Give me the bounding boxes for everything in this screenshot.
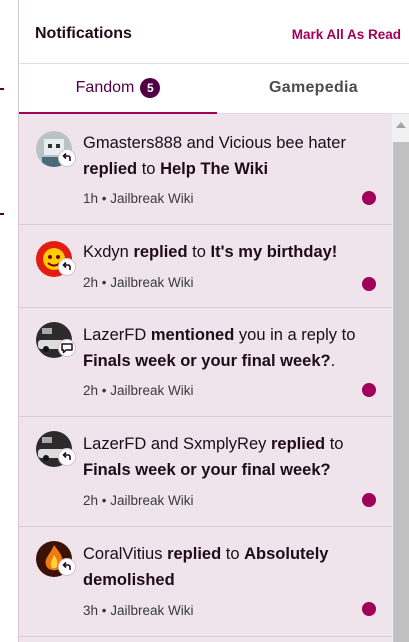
notification-joiner: to	[141, 160, 156, 178]
notification-text: Gmasters888 and Vicious bee hater replie…	[83, 130, 379, 182]
scrollbar-thumb[interactable]	[393, 142, 409, 642]
notification-text: CoralVitius replied to Absolutely demoli…	[83, 541, 379, 593]
notification-wiki: Jailbreak Wiki	[110, 275, 194, 290]
background-page-mark	[0, 88, 4, 90]
notification-joiner: to	[329, 435, 344, 453]
tab-fandom-label: Fandom	[75, 79, 135, 96]
reply-icon	[58, 258, 76, 276]
notification-action: replied	[133, 243, 188, 261]
notification-item[interactable]: LazerFD mentioned you in a reply to Fina…	[19, 308, 392, 417]
notification-scrollbar[interactable]	[392, 114, 409, 642]
notification-target: Finals week or your final week?	[83, 352, 331, 370]
notification-target: Help The Wiki	[160, 160, 269, 178]
notification-list: Gmasters888 and Vicious bee hater replie…	[19, 114, 392, 642]
mark-all-as-read-button[interactable]: Mark All As Read	[292, 27, 401, 42]
notification-meta: 2h • Jailbreak Wiki	[83, 493, 194, 508]
background-page-mark	[0, 213, 4, 215]
notification-time: 1h	[83, 191, 99, 206]
notifications-title: Notifications	[35, 25, 132, 42]
notification-actor: Kxdyn	[83, 243, 129, 261]
notification-target: It's my birthday!	[210, 243, 338, 261]
tab-gamepedia-label: Gamepedia	[269, 79, 358, 96]
notification-item[interactable]: CoralVitius replied to Absolutely demoli…	[19, 527, 392, 637]
notification-meta: 2h • Jailbreak Wiki	[83, 275, 194, 290]
notification-joiner: you in a reply to	[238, 326, 356, 344]
unread-dot[interactable]	[362, 277, 376, 291]
notification-joiner: to	[192, 243, 206, 261]
notification-time: 3h	[83, 603, 99, 618]
background-page-strip	[0, 0, 18, 642]
scroll-up-arrow-icon[interactable]	[396, 122, 406, 128]
notification-meta: 2h • Jailbreak Wiki	[83, 383, 194, 398]
notification-text: LazerFD and SxmplyRey replied to Finals …	[83, 431, 379, 483]
reply-icon	[58, 558, 76, 576]
notification-wiki: Jailbreak Wiki	[110, 603, 194, 618]
notification-meta: 1h • Jailbreak Wiki	[83, 191, 194, 206]
notification-meta: 3h • Jailbreak Wiki	[83, 603, 194, 618]
notification-item[interactable]: Gmasters888 and Vicious bee hater replie…	[19, 114, 392, 225]
notification-wiki: Jailbreak Wiki	[110, 191, 194, 206]
notification-action: replied	[271, 435, 326, 453]
mention-icon	[58, 339, 76, 357]
notification-item[interactable]: Kxdyn replied to It's my birthday! 2h • …	[19, 225, 392, 308]
notification-time: 2h	[83, 383, 99, 398]
notification-joiner: to	[225, 545, 240, 563]
tab-fandom[interactable]: Fandom 5	[19, 64, 217, 114]
notification-actor: Gmasters888 and Vicious bee hater	[83, 134, 346, 152]
notification-time: 2h	[83, 493, 99, 508]
notifications-header: Notifications Mark All As Read	[19, 0, 409, 64]
notifications-panel: Notifications Mark All As Read Fandom 5 G…	[18, 0, 409, 642]
unread-dot[interactable]	[362, 383, 376, 397]
reply-icon	[58, 149, 76, 167]
notification-time: 2h	[83, 275, 99, 290]
notification-text: Kxdyn replied to It's my birthday!	[83, 239, 379, 265]
unread-dot[interactable]	[362, 602, 376, 616]
notification-text: LazerFD mentioned you in a reply to Fina…	[83, 322, 379, 374]
notification-action: mentioned	[150, 326, 235, 344]
notification-actor: LazerFD and SxmplyRey	[83, 435, 267, 453]
notification-wiki: Jailbreak Wiki	[110, 493, 194, 508]
notification-suffix: .	[330, 352, 336, 370]
unread-count-badge: 5	[140, 78, 161, 98]
notification-action: replied	[167, 545, 222, 563]
reply-icon	[58, 448, 76, 466]
notification-action: replied	[83, 160, 138, 178]
notification-actor: CoralVitius	[83, 545, 163, 563]
tab-gamepedia[interactable]: Gamepedia	[217, 64, 409, 114]
notification-item[interactable]: LazerFD and SxmplyRey replied to Finals …	[19, 417, 392, 527]
notification-tabs: Fandom 5 Gamepedia	[19, 64, 409, 114]
notification-target: Finals week or your final week?	[83, 461, 331, 479]
unread-dot[interactable]	[362, 493, 376, 507]
notification-wiki: Jailbreak Wiki	[110, 383, 194, 398]
notification-actor: LazerFD	[83, 326, 147, 344]
unread-dot[interactable]	[362, 191, 376, 205]
